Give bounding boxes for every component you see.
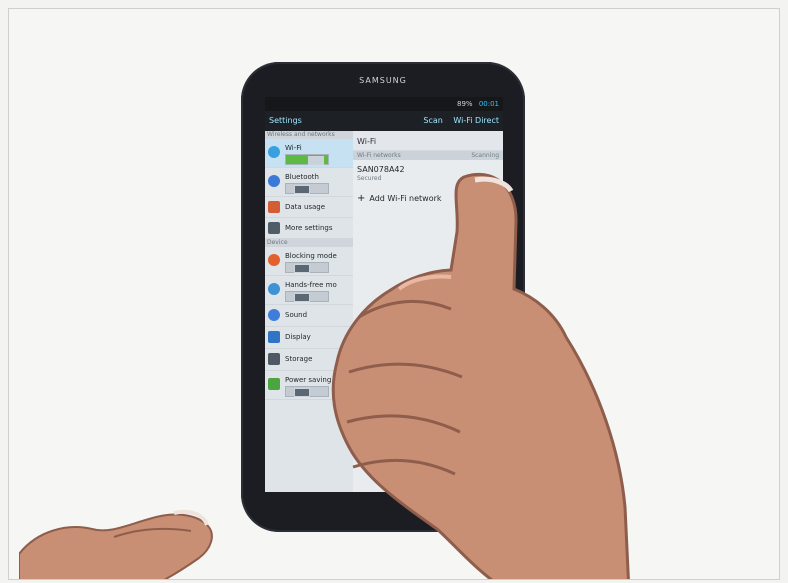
display-icon bbox=[268, 331, 280, 343]
more-settings-label: More settings bbox=[285, 224, 333, 232]
storage-label: Storage bbox=[285, 355, 313, 363]
action-links: Scan Wi-Fi Direct bbox=[415, 111, 499, 131]
wifi-icon bbox=[268, 146, 280, 158]
sound-label: Sound bbox=[285, 311, 308, 319]
setting-wifi[interactable]: Wi-Fi bbox=[265, 139, 353, 168]
power-saving-toggle[interactable] bbox=[285, 386, 329, 397]
power-saving-icon bbox=[268, 378, 280, 390]
sound-icon bbox=[268, 309, 280, 321]
photo-scene: SAMSUNG 89% 00:01 Settings Scan Wi-Fi Di… bbox=[0, 0, 788, 583]
wifi-pane-title: Wi-Fi bbox=[353, 131, 503, 151]
bluetooth-icon bbox=[268, 175, 280, 187]
scanning-status: Scanning bbox=[471, 152, 499, 159]
bluetooth-toggle[interactable] bbox=[285, 183, 329, 194]
data-usage-label: Data usage bbox=[285, 203, 326, 211]
storage-icon bbox=[268, 353, 280, 365]
battery-percent: 89% bbox=[457, 100, 473, 108]
hands-free-icon bbox=[268, 283, 280, 295]
wifi-networks-label: Wi-Fi networks bbox=[357, 152, 401, 159]
section-wireless: Wireless and networks bbox=[265, 131, 353, 139]
thumbs-up-hand bbox=[331, 172, 630, 579]
more-settings-icon bbox=[268, 222, 280, 234]
power-saving-label: Power saving bbox=[285, 376, 332, 384]
bluetooth-label: Bluetooth bbox=[285, 173, 319, 181]
hands-free-toggle[interactable] bbox=[285, 291, 329, 302]
settings-title: Settings bbox=[269, 116, 302, 125]
bottom-hand bbox=[19, 509, 213, 579]
wifi-direct-button[interactable]: Wi-Fi Direct bbox=[453, 116, 499, 125]
tablet-brand: SAMSUNG bbox=[359, 76, 407, 85]
status-bar: 89% 00:01 bbox=[265, 97, 503, 111]
photo-frame: SAMSUNG 89% 00:01 Settings Scan Wi-Fi Di… bbox=[8, 8, 780, 580]
blocking-mode-icon bbox=[268, 254, 280, 266]
wifi-networks-header: Wi-Fi networks Scanning bbox=[353, 151, 503, 160]
data-usage-icon bbox=[268, 201, 280, 213]
wifi-toggle[interactable] bbox=[285, 154, 329, 165]
wifi-label: Wi-Fi bbox=[285, 144, 302, 152]
status-time: 00:01 bbox=[478, 100, 499, 108]
scan-button[interactable]: Scan bbox=[423, 116, 442, 125]
display-label: Display bbox=[285, 333, 311, 341]
blocking-mode-toggle[interactable] bbox=[285, 262, 329, 273]
settings-action-bar: Settings Scan Wi-Fi Direct bbox=[265, 111, 503, 131]
